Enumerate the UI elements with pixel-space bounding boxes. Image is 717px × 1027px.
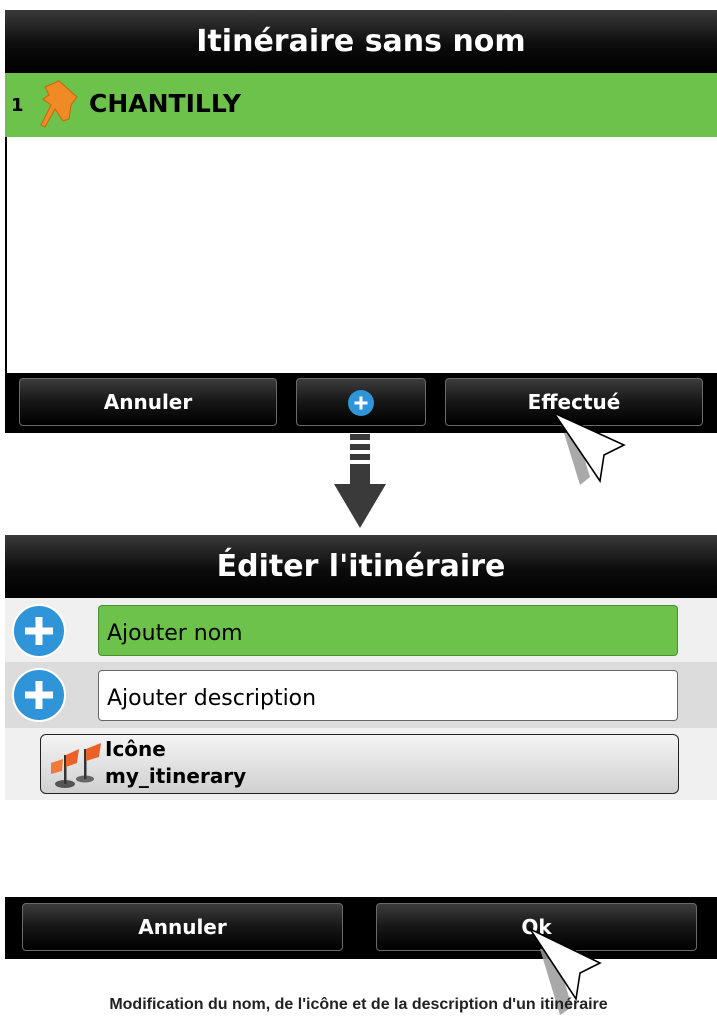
screen2-title: Éditer l'itinéraire: [216, 549, 506, 584]
name-field[interactable]: Ajouter nom: [98, 605, 678, 656]
plus-icon: [348, 390, 374, 416]
screen1-title: Itinéraire sans nom: [196, 24, 526, 59]
add-description-plus-icon[interactable]: [12, 668, 66, 722]
list-item-index: 1: [11, 95, 24, 116]
list-item-name: CHANTILLY: [89, 89, 241, 118]
screen2-title-bar: Éditer l'itinéraire: [5, 535, 717, 598]
description-field[interactable]: Ajouter description: [98, 670, 678, 721]
cancel-button[interactable]: Annuler: [19, 378, 277, 426]
pointer-cursor-icon: [540, 405, 640, 495]
name-field-value: Ajouter nom: [107, 621, 243, 646]
description-field-value: Ajouter description: [107, 686, 317, 711]
icon-row-value: my_itinerary: [105, 764, 247, 788]
caption-text: Modification du nom, de l'icône et de la…: [109, 996, 608, 1013]
cancel-button-screen2-label: Annuler: [138, 915, 227, 939]
icon-select-button[interactable]: Icône my_itinerary: [40, 734, 679, 794]
caption: Modification du nom, de l'icône et de la…: [0, 996, 717, 1014]
add-name-plus-icon[interactable]: [12, 604, 66, 658]
screen1-title-bar: Itinéraire sans nom: [5, 10, 717, 73]
pushpin-icon: [35, 79, 85, 133]
cancel-button-screen2[interactable]: Annuler: [22, 903, 343, 951]
icon-row-label: Icône: [105, 737, 166, 761]
cancel-button-label: Annuler: [103, 390, 193, 414]
flags-icon: [49, 741, 107, 791]
list-item[interactable]: 1 CHANTILLY: [5, 73, 717, 137]
add-waypoint-button[interactable]: [296, 378, 426, 426]
down-arrow-icon: [330, 430, 390, 530]
